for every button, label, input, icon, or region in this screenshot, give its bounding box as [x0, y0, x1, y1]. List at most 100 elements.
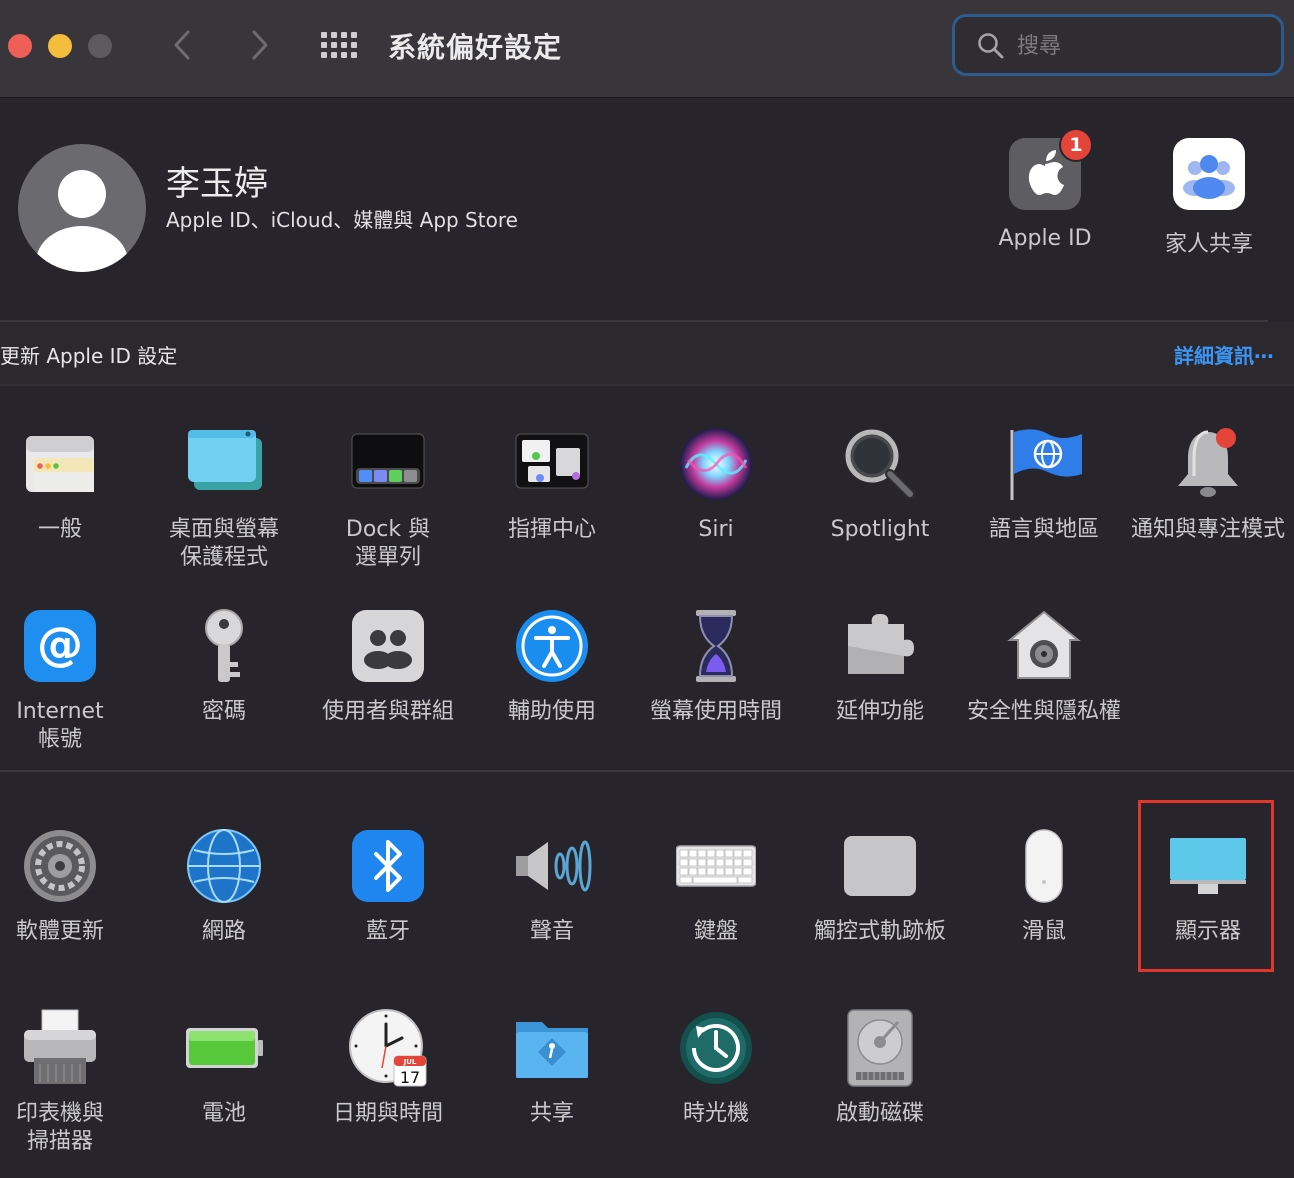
- pref-label: 觸控式軌跡板: [813, 919, 946, 944]
- pref-bluetooth[interactable]: 藍牙: [306, 826, 470, 946]
- calendar-month: JUL: [403, 1058, 417, 1066]
- zoom-window-button[interactable]: [88, 34, 112, 58]
- person-silhouette-icon: [36, 170, 128, 272]
- close-window-button[interactable]: [8, 34, 32, 58]
- accessibility-icon: [512, 606, 592, 686]
- user-avatar[interactable]: [18, 144, 146, 272]
- screen-time-icon: [676, 606, 756, 686]
- pref-label: 螢幕使用時間: [649, 699, 782, 724]
- pref-label: 共享: [529, 1101, 574, 1126]
- pref-mission-control[interactable]: 指揮中心: [470, 424, 634, 544]
- time-machine-icon: [676, 1008, 756, 1088]
- notification-badge: 1: [1059, 128, 1093, 162]
- search-input[interactable]: [1017, 29, 1267, 63]
- pref-label: 聲音: [529, 919, 574, 944]
- pref-label: Spotlight: [830, 517, 930, 542]
- apple-id-tile[interactable]: 1 Apple ID: [980, 128, 1110, 251]
- pref-sharing[interactable]: 共享: [470, 1008, 634, 1128]
- svg-text:@: @: [37, 617, 83, 671]
- pref-label: 指揮中心: [507, 517, 596, 542]
- internet-accounts-icon: @: [20, 606, 100, 686]
- trackpad-icon: [840, 826, 920, 906]
- pref-keyboard[interactable]: 鍵盤: [634, 826, 798, 946]
- pref-label: 滑鼠: [1021, 919, 1066, 944]
- printers-scanners-icon: [20, 1008, 100, 1088]
- apple-id-label: Apple ID: [998, 226, 1092, 251]
- pref-battery[interactable]: 電池: [142, 1008, 306, 1128]
- pref-printers-scanners[interactable]: 印表機與 掃描器: [0, 1008, 142, 1156]
- search-field[interactable]: [952, 14, 1284, 76]
- pref-label: 印表機與 掃描器: [15, 1101, 104, 1154]
- pref-network[interactable]: 網路: [142, 826, 306, 946]
- forward-button[interactable]: [244, 26, 274, 64]
- pref-date-time[interactable]: JUL 17 日期與時間: [306, 1008, 470, 1128]
- sharing-icon: [512, 1008, 592, 1088]
- pref-label: 軟體更新: [15, 919, 104, 944]
- pref-security-privacy[interactable]: 安全性與隱私權: [962, 606, 1126, 726]
- pref-software-update[interactable]: 軟體更新: [0, 826, 142, 946]
- security-privacy-icon: [1004, 606, 1084, 686]
- pref-dock-menubar[interactable]: Dock 與 選單列: [306, 424, 470, 572]
- pref-spotlight[interactable]: Spotlight: [798, 424, 962, 544]
- pref-startup-disk[interactable]: 啟動磁碟: [798, 1008, 962, 1128]
- pref-screen-time[interactable]: 螢幕使用時間: [634, 606, 798, 726]
- pref-label: 通知與專注模式: [1130, 517, 1285, 542]
- pref-time-machine[interactable]: 時光機: [634, 1008, 798, 1128]
- show-all-button[interactable]: [320, 31, 358, 59]
- family-sharing-tile[interactable]: 家人共享: [1144, 138, 1274, 258]
- details-link[interactable]: 詳細資訊⋯: [1174, 340, 1274, 369]
- pref-general[interactable]: 一般: [0, 424, 142, 544]
- desktop-screensaver-icon: [184, 424, 264, 504]
- pref-label: 輔助使用: [507, 699, 596, 724]
- pref-label: 延伸功能: [835, 699, 924, 724]
- pref-accessibility[interactable]: 輔助使用: [470, 606, 634, 726]
- pref-label: 日期與時間: [332, 1101, 443, 1126]
- date-time-icon: JUL 17: [348, 1008, 428, 1088]
- pref-label: 語言與地區: [988, 517, 1099, 542]
- calendar-day: 17: [400, 1068, 420, 1087]
- pref-mouse[interactable]: 滑鼠: [962, 826, 1126, 946]
- pref-desktop-screensaver[interactable]: 桌面與螢幕 保護程式: [142, 424, 306, 572]
- pref-label: 啟動磁碟: [835, 1101, 924, 1126]
- siri-icon: [676, 424, 756, 504]
- user-name: 李玉婷: [166, 164, 268, 204]
- pref-internet-accounts[interactable]: @ Internet 帳號: [0, 606, 142, 754]
- pref-label: Dock 與 選單列: [345, 517, 431, 570]
- sound-icon: [512, 826, 592, 906]
- language-region-icon: [1004, 424, 1084, 504]
- pref-label: 鍵盤: [693, 919, 738, 944]
- pref-label: 藍牙: [365, 919, 410, 944]
- pref-siri[interactable]: Siri: [634, 424, 798, 544]
- pref-language-region[interactable]: 語言與地區: [962, 424, 1126, 544]
- mouse-icon: [1004, 826, 1084, 906]
- highlight-box: [1138, 800, 1274, 972]
- pref-label: 網路: [201, 919, 246, 944]
- minimize-window-button[interactable]: [48, 34, 72, 58]
- back-button[interactable]: [168, 26, 198, 64]
- pref-sound[interactable]: 聲音: [470, 826, 634, 946]
- software-update-icon: [20, 826, 100, 906]
- pref-label: 安全性與隱私權: [966, 699, 1121, 724]
- spotlight-icon: [840, 424, 920, 504]
- general-icon: [20, 424, 100, 504]
- chevron-right-icon: [252, 30, 268, 60]
- chevron-left-icon: [174, 30, 190, 60]
- pref-label: Siri: [698, 517, 734, 542]
- extensions-icon: [840, 606, 920, 686]
- pref-trackpad[interactable]: 觸控式軌跡板: [798, 826, 962, 946]
- mission-control-icon: [512, 424, 592, 504]
- pref-passwords[interactable]: 密碼: [142, 606, 306, 726]
- pref-users-groups[interactable]: 使用者與群組: [306, 606, 470, 726]
- pref-label: 密碼: [201, 699, 246, 724]
- pref-label: 時光機: [682, 1101, 749, 1126]
- pref-notifications-focus[interactable]: 通知與專注模式: [1126, 424, 1290, 544]
- battery-icon: [184, 1008, 264, 1088]
- pref-extensions[interactable]: 延伸功能: [798, 606, 962, 726]
- passwords-icon: [184, 606, 264, 686]
- keyboard-icon: [676, 826, 756, 906]
- dock-icon: [348, 424, 428, 504]
- pref-label: 使用者與群組: [321, 699, 454, 724]
- notice-divider: [0, 384, 1294, 386]
- pref-label: 電池: [201, 1101, 246, 1126]
- pref-label: 一般: [37, 517, 82, 542]
